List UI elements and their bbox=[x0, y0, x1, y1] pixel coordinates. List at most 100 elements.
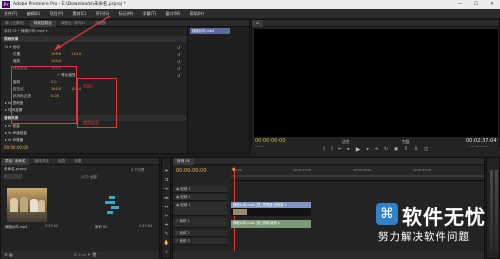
person-figure bbox=[20, 197, 28, 212]
position-row: 位置 159.6 110.0 bbox=[13, 51, 81, 57]
watermark: ⌘ 软件无忧 努力解决软件问题 bbox=[376, 201, 494, 249]
program-video-display[interactable] bbox=[254, 29, 498, 137]
track-header-video-2[interactable]: ◉ 视频 2 bbox=[173, 194, 227, 201]
ripple-edit-tool-icon[interactable]: ⟛ bbox=[163, 186, 170, 193]
tab-source[interactable]: 源: (无素材) bbox=[1, 20, 29, 27]
resolution-dropdown[interactable]: 完整 bbox=[402, 139, 410, 145]
channel-volume-row[interactable]: ▸ fx 声道音量 bbox=[5, 130, 27, 136]
menu-window[interactable]: 窗口(W) bbox=[161, 9, 184, 18]
effect-controls-timecode[interactable]: 00:00:00:00 bbox=[4, 145, 28, 151]
menu-title[interactable]: 字幕(T) bbox=[138, 9, 160, 18]
lift-icon[interactable]: ⊼ bbox=[403, 147, 409, 153]
pen-tool-icon[interactable]: ✎ bbox=[163, 231, 170, 238]
window-title: Adobe Premiere Pro - E:\Downloads\未命名.pr… bbox=[13, 2, 126, 7]
hand-tool-icon[interactable]: ✋ bbox=[163, 240, 170, 247]
scale-label: 缩放 bbox=[13, 59, 21, 63]
watermark-logo-icon: ⌘ bbox=[376, 203, 398, 225]
icon-view-icon[interactable]: ▦ bbox=[9, 252, 14, 257]
sequence-name[interactable]: 序列 01 bbox=[95, 224, 107, 229]
safe-margins-icon[interactable]: ▣ bbox=[393, 147, 399, 153]
reset-icon[interactable]: ↺ bbox=[177, 51, 180, 58]
reset-icon[interactable]: ↺ bbox=[177, 72, 180, 79]
reset-icon[interactable]: ↺ bbox=[177, 65, 180, 72]
mark-in-icon[interactable]: { bbox=[321, 147, 327, 153]
playhead-marker-icon[interactable]: ▼ bbox=[232, 167, 235, 172]
timeline-bottom-bar bbox=[173, 251, 484, 259]
audio-meter-right bbox=[495, 170, 498, 252]
person-figure bbox=[30, 199, 38, 212]
tab-info[interactable]: 信息 bbox=[54, 158, 69, 165]
sequence-duration: 2:37:04 bbox=[139, 224, 153, 228]
scale-value[interactable]: 100.0 bbox=[51, 58, 61, 64]
menu-help[interactable]: 帮助(H) bbox=[186, 9, 208, 18]
video-clip-thumbnail-strip[interactable] bbox=[231, 208, 311, 216]
menu-file[interactable]: 文件(F) bbox=[0, 9, 21, 18]
tab-sequence-01[interactable]: 序列 01 bbox=[173, 158, 194, 165]
play-icon[interactable]: ▶ bbox=[355, 147, 361, 153]
mark-out-icon[interactable]: } bbox=[329, 147, 335, 153]
position-label: 位置 bbox=[13, 52, 21, 56]
project-item-count: 3 个分项 bbox=[131, 168, 145, 172]
sequence-thumbnail-icon[interactable] bbox=[101, 194, 125, 218]
selection-tool-icon[interactable]: ➤ bbox=[163, 168, 170, 175]
watermark-subtitle: 努力解决软件问题 bbox=[378, 231, 470, 243]
reset-icons-column: ↺ ↺ ↺ ↺ ↺ bbox=[177, 44, 180, 79]
annotation-highlight-box bbox=[11, 66, 77, 124]
premiere-logo-icon: Pr bbox=[2, 1, 10, 8]
project-panel: 项目: 未命名 媒体浏览 信息 效果 未命名.prproj 3 个分项 ⌕ 入口… bbox=[0, 157, 160, 259]
export-frame-icon[interactable]: ◫ bbox=[423, 147, 429, 153]
tab-project[interactable]: 项目: 未命名 bbox=[1, 158, 30, 165]
extract-icon[interactable]: ⊻ bbox=[413, 147, 419, 153]
tab-effects[interactable]: 效果 bbox=[70, 158, 85, 165]
go-to-out-icon[interactable]: ⇥ bbox=[373, 147, 379, 153]
loop-icon[interactable]: ↻ bbox=[383, 147, 389, 153]
program-timecode-duration: 00:02:37:04 bbox=[466, 138, 497, 144]
rate-stretch-tool-icon[interactable]: ↔ bbox=[163, 204, 170, 211]
program-timecode-current[interactable]: 00:00:00:00 bbox=[255, 138, 286, 144]
tab-program[interactable]: ▭ bbox=[252, 20, 264, 27]
reset-icon[interactable]: ↺ bbox=[177, 58, 180, 65]
audio-clip[interactable]: 辣椒炒肉.mp4 [音] 音量:级别 ▾ bbox=[231, 220, 311, 228]
title-bar: Pr Adobe Premiere Pro - E:\Downloads\未命名… bbox=[0, 0, 500, 9]
effect-mini-timeline[interactable]: 辣椒炒肉.mp4 bbox=[187, 27, 249, 153]
close-button[interactable]: ✕ bbox=[484, 0, 500, 9]
work-area-bar[interactable] bbox=[231, 175, 484, 177]
program-monitor-tabs: ▭ bbox=[252, 20, 499, 27]
watermark-title: 软件无忧 bbox=[402, 205, 486, 229]
track-header-video-1[interactable]: ◉ 视频 1 bbox=[173, 202, 227, 216]
zoom-tool-icon[interactable]: ⌕ bbox=[163, 249, 170, 256]
track-header-video-3[interactable]: ◉ 视频 3 bbox=[173, 186, 227, 193]
effect-controls-panel: 源: (无素材) 特效控制台 调音台: 序列01 元数据 序列 01 * 辣椒炒… bbox=[0, 19, 250, 154]
search-icon[interactable]: ⌕ bbox=[4, 174, 22, 179]
minimize-button[interactable]: — bbox=[452, 0, 468, 9]
transport-controls: { } ⇤ ◂ ▶ ▸ ⇥ ↻ ▣ ⊼ ⊻ ◫ bbox=[251, 147, 500, 156]
ruler-tick-1: 00:00:15:00 bbox=[293, 168, 312, 172]
slip-tool-icon[interactable]: ⇹ bbox=[163, 222, 170, 229]
annotation-label: 就是这里 bbox=[83, 120, 99, 125]
reset-icon[interactable]: ↺ bbox=[177, 44, 180, 51]
clip-frame-thumbnail bbox=[233, 209, 247, 215]
track-select-tool-icon[interactable]: ⇉ bbox=[163, 177, 170, 184]
clip-name-1[interactable]: 辣椒炒肉.mp4 bbox=[5, 224, 27, 229]
trash-icon[interactable]: 🗑 bbox=[92, 252, 97, 257]
motion-row[interactable]: fx ▾ 运动 bbox=[5, 44, 20, 50]
mini-clip-bar[interactable]: 辣椒炒肉.mp4 bbox=[190, 28, 230, 34]
step-forward-icon[interactable]: ▸ bbox=[365, 147, 371, 153]
ruler-tick-3: 00:00:45:00 bbox=[413, 168, 432, 172]
razor-tool-icon[interactable]: ✂ bbox=[163, 213, 170, 220]
track-header-audio-1[interactable]: ♪ 音频 1 bbox=[173, 218, 227, 228]
timeline-timecode[interactable]: 00:00:00:00 bbox=[176, 168, 207, 174]
scale-row: 缩放 100.0 bbox=[13, 58, 61, 64]
tab-media-browser[interactable]: 媒体浏览 bbox=[30, 158, 52, 165]
track-header-audio-3[interactable]: ♪ 音频 3 bbox=[173, 238, 227, 245]
rolling-edit-tool-icon[interactable]: ⟚ bbox=[163, 195, 170, 202]
track-header-audio-2[interactable]: ♪ 音频 2 bbox=[173, 230, 227, 237]
fit-dropdown[interactable]: 适合 bbox=[342, 139, 350, 145]
clip-thumbnail-video[interactable] bbox=[7, 188, 47, 222]
step-back-icon[interactable]: ◂ bbox=[345, 147, 351, 153]
timeline-ruler[interactable]: 00:00 00:00:15:00 00:00:30:00 00:00:45:0… bbox=[231, 167, 484, 181]
maximize-button[interactable]: ☐ bbox=[468, 0, 484, 9]
panner-row[interactable]: ▸ fx 声像器 bbox=[5, 137, 23, 143]
go-to-in-icon[interactable]: ⇤ bbox=[337, 147, 343, 153]
project-filter-label[interactable]: 入口: 全部 bbox=[81, 174, 97, 179]
